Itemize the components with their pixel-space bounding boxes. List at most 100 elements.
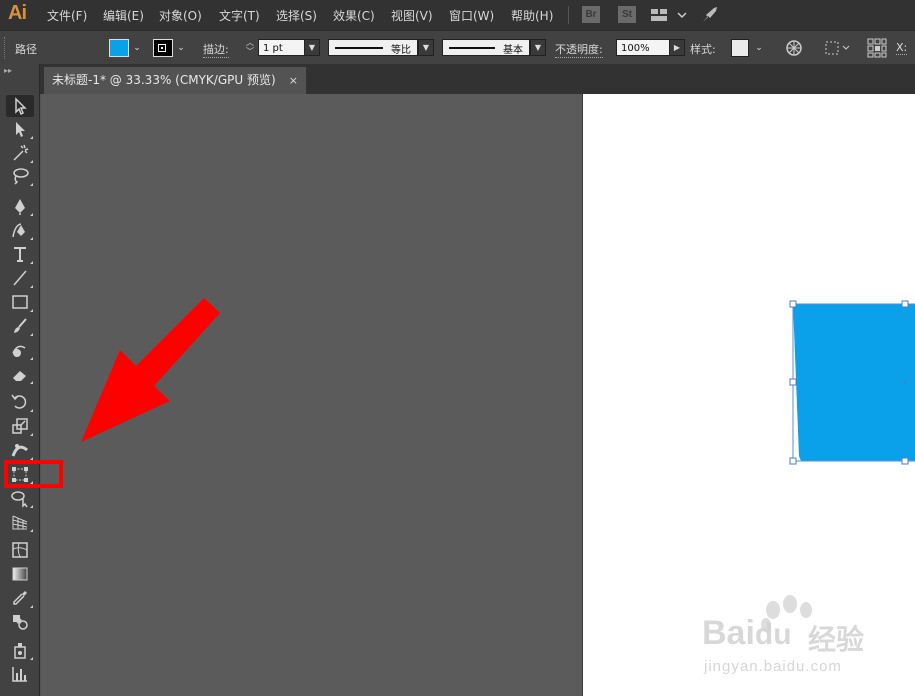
menu-view[interactable]: 视图(V) (391, 7, 433, 24)
shaper-tool[interactable] (6, 339, 34, 361)
opacity-input[interactable]: 100% (616, 39, 670, 56)
style-dropdown-icon[interactable]: ⌄ (752, 40, 766, 56)
eraser-tool[interactable] (6, 363, 34, 385)
tool-group-indicator (30, 505, 33, 508)
column-graph-tool[interactable] (6, 663, 34, 685)
rectangle-tool[interactable] (6, 291, 34, 313)
watermark-brand: Baidu (702, 614, 792, 652)
type-icon (14, 247, 26, 262)
eraser-icon (13, 371, 26, 381)
x-position-label[interactable]: X: (896, 41, 908, 55)
direct-selection-arrow-icon (16, 122, 25, 137)
eyedropper-tool[interactable] (6, 587, 34, 609)
curvature-tool[interactable] (6, 219, 34, 241)
tools-collapse-icon[interactable]: ▸▸ (4, 66, 12, 75)
tool-group-indicator (30, 261, 33, 264)
mesh-icon (12, 542, 28, 558)
brush-definition[interactable]: 基本 (442, 39, 530, 56)
rectangle-icon (12, 295, 28, 309)
brush-dropdown-icon[interactable]: ▼ (530, 39, 546, 56)
opacity-label[interactable]: 不透明度: (555, 41, 603, 58)
document-tab[interactable]: 未标题-1* @ 33.33% (CMYK/GPU 预览) × (44, 67, 306, 94)
perspective-grid-tool[interactable] (6, 511, 34, 533)
handle-bottom-left[interactable] (789, 457, 797, 465)
direct-selection-tool[interactable] (6, 118, 34, 140)
workspace-switcher-icon[interactable] (650, 7, 688, 23)
handle-middle-left[interactable] (789, 378, 797, 386)
paintbrush-tool[interactable] (6, 315, 34, 337)
warp-tool[interactable] (6, 439, 34, 461)
tool-group-indicator (30, 285, 33, 288)
handle-bottom-right[interactable] (901, 457, 909, 465)
menu-file[interactable]: 文件(F) (47, 7, 87, 24)
shape-builder-icon (11, 491, 28, 508)
stroke-weight-input[interactable]: 1 pt (258, 39, 305, 56)
stroke-weight-dropdown-icon[interactable]: ▼ (304, 39, 320, 56)
selection-type-label: 路径 (15, 43, 37, 56)
transform-reference-icon[interactable] (867, 38, 887, 58)
curvature-pen-icon (12, 223, 25, 238)
selected-blue-shape[interactable] (793, 304, 915, 461)
menu-separator (568, 6, 569, 24)
tool-group-indicator (30, 605, 33, 608)
style-swatch[interactable] (731, 39, 749, 57)
tool-group-indicator (30, 433, 33, 436)
tool-group-indicator (30, 409, 33, 412)
symbol-sprayer-tool[interactable] (6, 639, 34, 661)
blend-tool[interactable] (6, 611, 34, 633)
tool-group-indicator (30, 357, 33, 360)
recolor-artwork-icon[interactable] (785, 39, 803, 57)
menu-select[interactable]: 选择(S) (276, 7, 317, 24)
gpu-rocket-icon[interactable] (700, 5, 720, 25)
tool-group-indicator (30, 309, 33, 312)
tool-group-indicator (30, 213, 33, 216)
menu-window[interactable]: 窗口(W) (449, 7, 494, 24)
profile-dropdown-icon[interactable]: ▼ (418, 39, 434, 56)
menu-effect[interactable]: 效果(C) (333, 7, 375, 24)
document-tab-title: 未标题-1* @ 33.33% (CMYK/GPU 预览) (52, 73, 276, 87)
rotate-tool[interactable] (6, 391, 34, 413)
line-tool[interactable] (6, 267, 34, 289)
shape-center-point (903, 380, 907, 384)
opacity-arrow-icon[interactable]: ▶ (669, 39, 685, 56)
gradient-tool[interactable] (6, 563, 34, 585)
stroke-dropdown-icon[interactable]: ⌄ (174, 40, 188, 56)
app-logo: Ai (8, 2, 27, 24)
tools-panel: ▸▸ (0, 64, 40, 696)
fill-dropdown-icon[interactable]: ⌄ (130, 40, 144, 56)
handle-top-right[interactable] (901, 300, 909, 308)
menu-type[interactable]: 文字(T) (219, 7, 260, 24)
baidu-jingyan-watermark: Baidu 经验 jingyan.baidu.com (700, 590, 915, 696)
fill-swatch[interactable] (109, 39, 129, 57)
lasso-tool[interactable] (6, 165, 34, 187)
mesh-tool[interactable] (6, 539, 34, 561)
bridge-badge[interactable]: Br (582, 6, 600, 23)
document-tab-strip: 未标题-1* @ 33.33% (CMYK/GPU 预览) × (40, 64, 915, 94)
align-selection-icon[interactable] (824, 39, 852, 57)
menu-help[interactable]: 帮助(H) (511, 7, 553, 24)
variable-width-profile[interactable]: 等比 (328, 39, 418, 56)
brush-label: 基本 (503, 45, 523, 56)
shape-builder-tool[interactable] (6, 487, 34, 509)
line-icon (13, 270, 27, 286)
symbol-sprayer-icon (14, 643, 26, 659)
profile-label: 等比 (391, 45, 411, 56)
warp-icon (11, 444, 28, 457)
close-tab-icon[interactable]: × (289, 67, 298, 94)
selection-tool[interactable] (6, 95, 34, 117)
tool-group-indicator (30, 136, 33, 139)
stroke-label[interactable]: 描边: (203, 41, 229, 58)
stroke-weight-stepper-icon[interactable]: ︿ ﹀ (244, 38, 256, 58)
handle-top-left[interactable] (789, 300, 797, 308)
pen-tool[interactable] (6, 195, 34, 217)
stroke-swatch[interactable] (153, 39, 173, 57)
magic-wand-tool[interactable] (6, 142, 34, 164)
scale-tool[interactable] (6, 415, 34, 437)
menu-object[interactable]: 对象(O) (159, 7, 202, 24)
tool-highlight-box (4, 460, 63, 488)
menu-edit[interactable]: 编辑(E) (103, 7, 144, 24)
lasso-icon (13, 168, 29, 185)
type-tool[interactable] (6, 243, 34, 265)
control-bar: 路径 ⌄ ⌄ 描边: ︿ ﹀ 1 pt ▼ 等比 ▼ 基本 ▼ 不透明度: 100… (0, 30, 915, 66)
stock-badge[interactable]: St (618, 6, 636, 23)
